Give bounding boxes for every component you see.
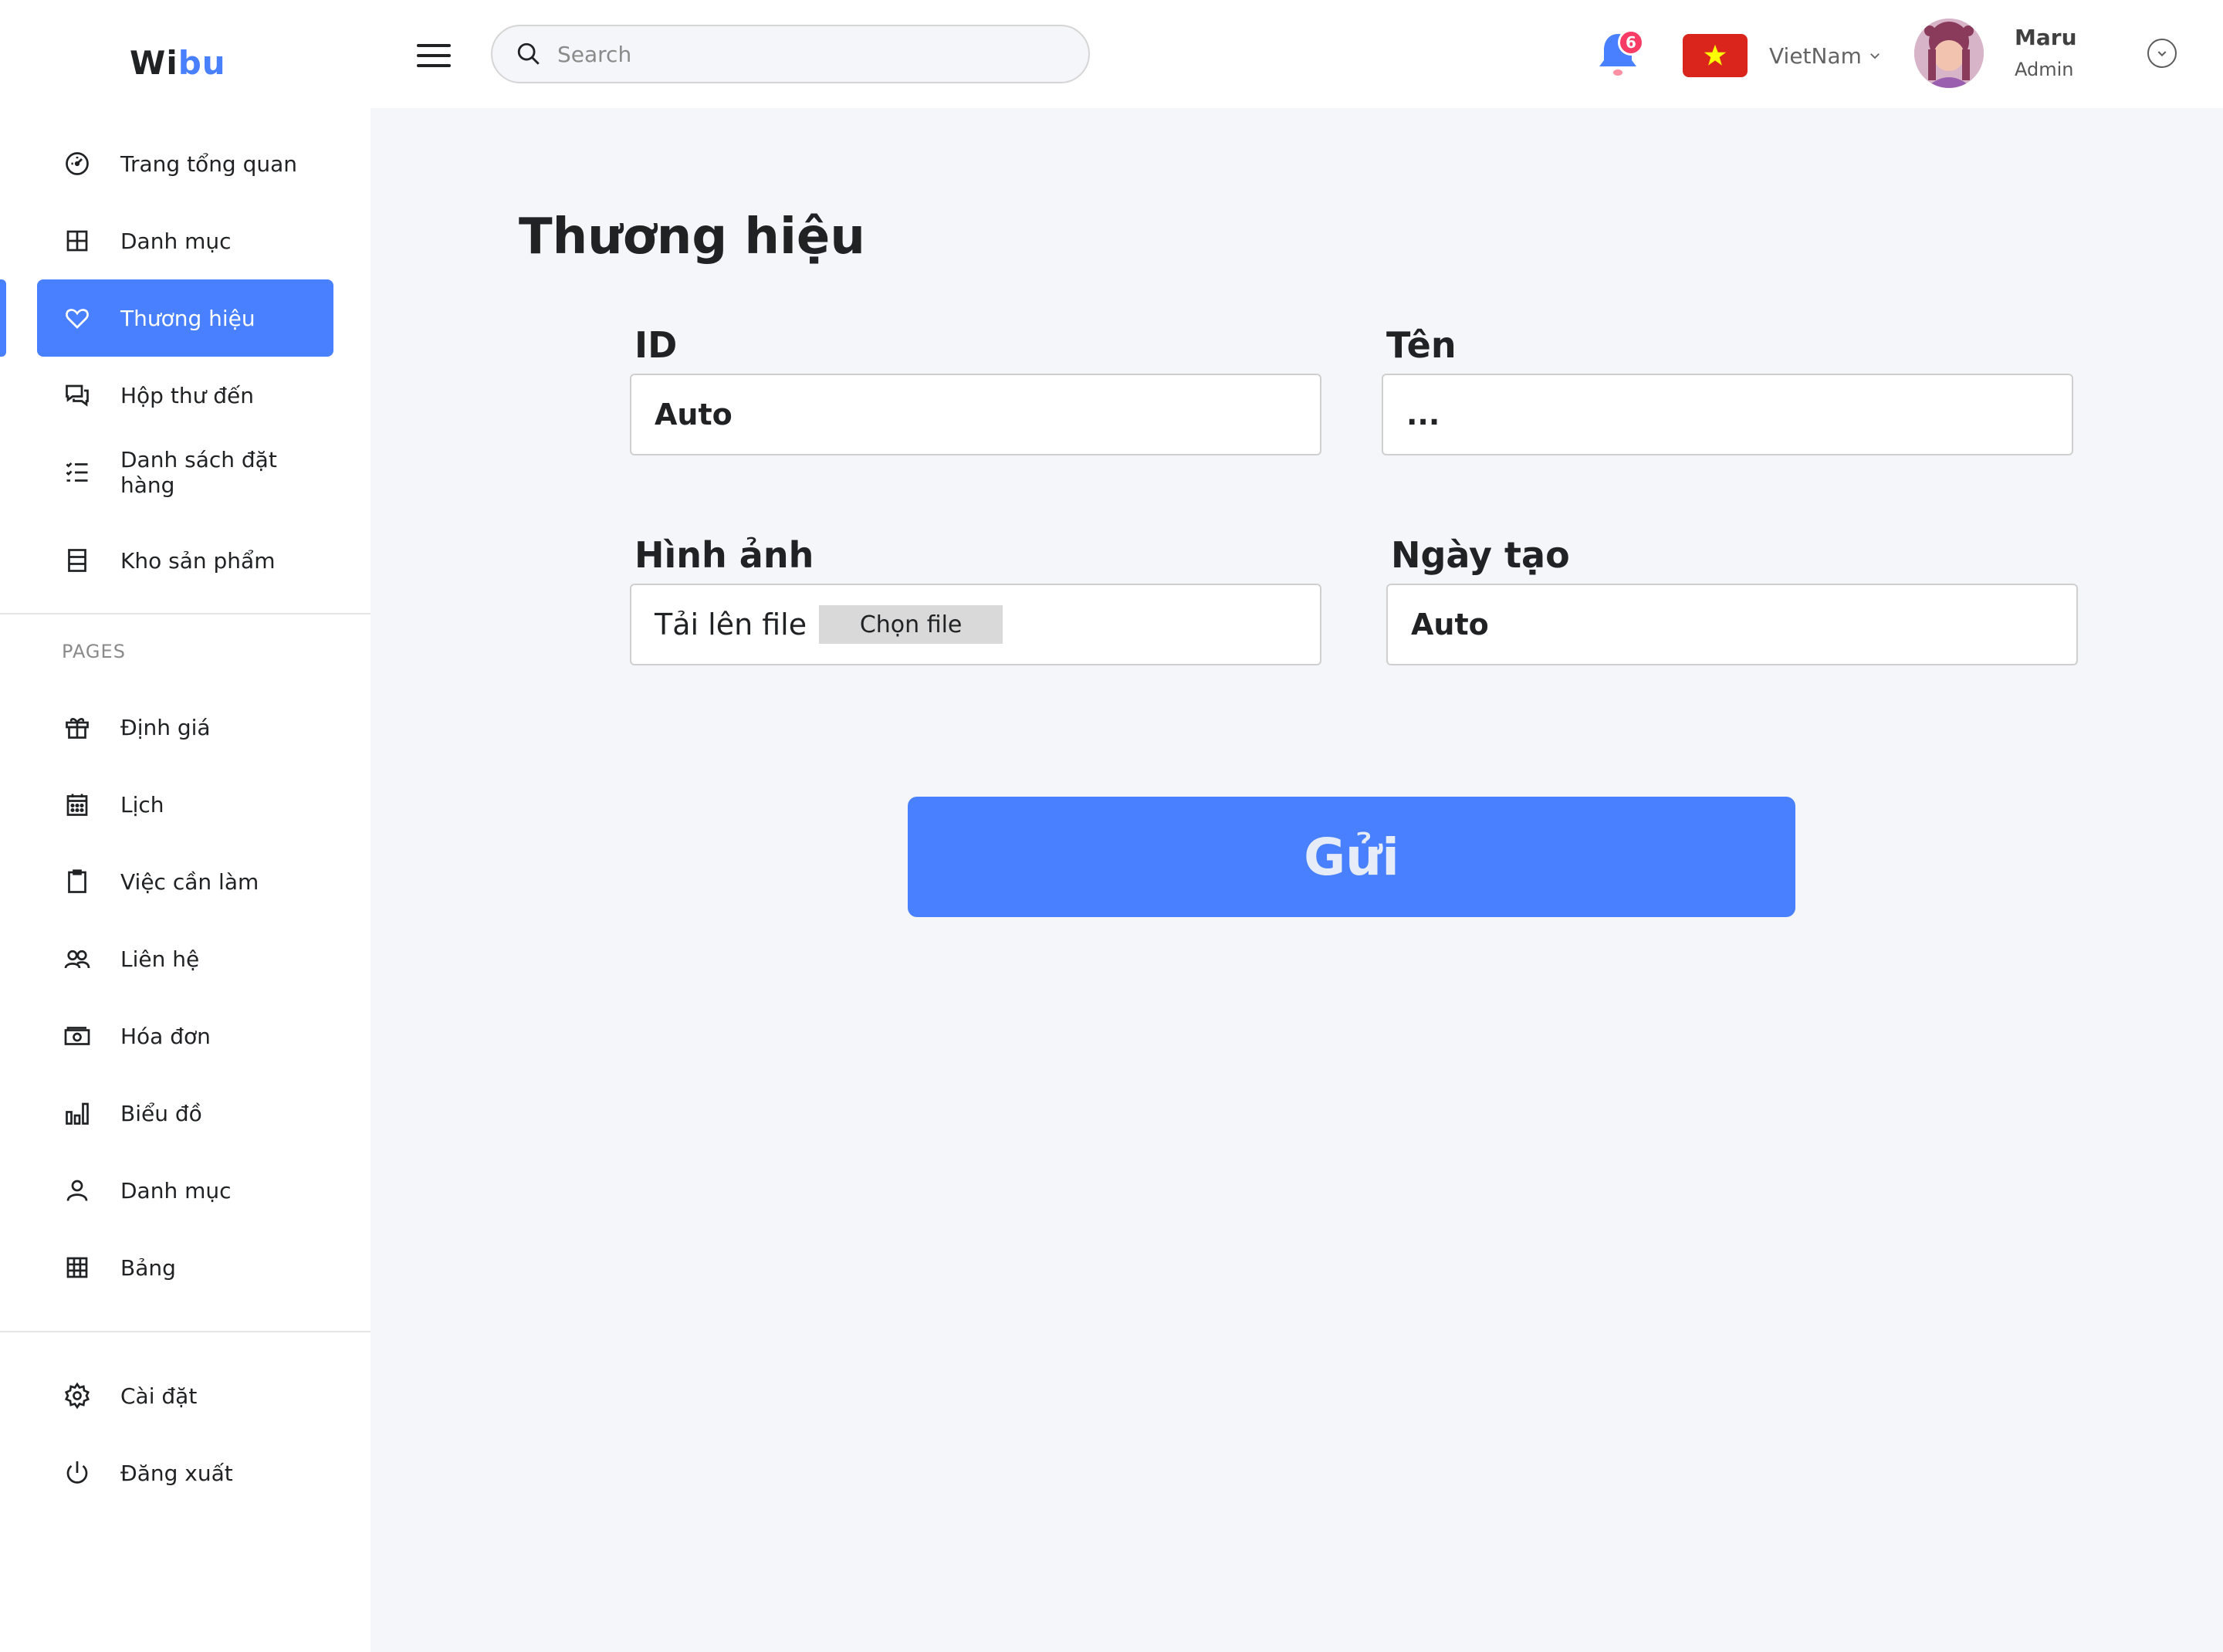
user-name: Maru — [2015, 25, 2077, 50]
top-header: Wibu 6 VietNam — [0, 0, 2223, 108]
active-indicator — [0, 279, 6, 357]
list-check-icon — [66, 462, 88, 482]
chart-icon — [66, 1102, 89, 1125]
hamburger-icon — [417, 44, 451, 47]
submit-button[interactable]: Gửi — [908, 797, 1795, 917]
created-date-label: Ngày tạo — [1391, 534, 1570, 576]
language-selector[interactable]: VietNam — [1769, 39, 1882, 73]
image-upload-field[interactable]: Tải lên file Chọn file — [630, 584, 1321, 665]
search-bar[interactable] — [491, 25, 1090, 83]
stock-icon — [68, 549, 86, 572]
upload-text: Tải lên file — [655, 608, 807, 642]
sidebar-item-label: Danh sách đặt hàng — [120, 447, 277, 498]
notification-count-badge: 6 — [1618, 29, 1644, 56]
sidebar-item-logout[interactable]: Đăng xuất — [37, 1436, 333, 1510]
language-label: VietNam — [1769, 42, 1862, 69]
chat-icon — [66, 384, 89, 407]
pages-section-title: PAGES — [62, 641, 126, 662]
sidebar-item-orders[interactable]: Danh sách đặt hàng — [37, 435, 333, 509]
choose-file-button[interactable]: Chọn file — [819, 605, 1003, 644]
id-label: ID — [634, 324, 678, 366]
sidebar-item-categories[interactable]: Danh mục — [37, 204, 333, 278]
power-icon — [66, 1461, 88, 1484]
gift-icon — [66, 717, 89, 739]
sidebar-item-pricing[interactable]: Định giá — [37, 690, 333, 764]
search-icon — [517, 42, 540, 65]
sidebar-item-label: Hóa đơn — [120, 1023, 211, 1049]
sidebar-item-dashboard[interactable]: Trang tổng quan — [37, 127, 333, 201]
sidebar-item-inbox[interactable]: Hộp thư đến — [37, 358, 333, 432]
clipboard-icon — [68, 869, 86, 893]
avatar[interactable] — [1914, 19, 1984, 88]
sidebar-item-label: Thương hiệu — [120, 305, 255, 331]
name-input[interactable] — [1406, 398, 2039, 432]
sidebar-item-todo[interactable]: Việc cần làm — [37, 845, 333, 919]
avatar-image — [1914, 19, 1984, 88]
sidebar-item-charts[interactable]: Biểu đồ — [37, 1076, 333, 1150]
hamburger-icon-line — [417, 64, 451, 67]
sidebar-item-label: Kho sản phẩm — [120, 547, 276, 574]
name-field[interactable] — [1382, 374, 2073, 455]
sidebar-item-team[interactable]: Danh mục — [37, 1153, 333, 1227]
sidebar-item-settings[interactable]: Cài đặt — [37, 1359, 333, 1433]
sidebar-item-stock[interactable]: Kho sản phẩm — [37, 523, 333, 597]
notification-button[interactable]: 6 — [1596, 29, 1644, 80]
user-icon — [66, 1180, 88, 1201]
table-icon — [66, 1257, 88, 1278]
sidebar-item-label: Liên hệ — [120, 946, 200, 972]
name-label: Tên — [1386, 324, 1457, 366]
sidebar-divider — [0, 613, 370, 614]
brand-logo-part2: bu — [178, 44, 226, 82]
created-date-input[interactable] — [1411, 608, 2044, 642]
image-label: Hình ảnh — [634, 534, 814, 576]
sidebar-item-label: Trang tổng quan — [120, 151, 298, 177]
sidebar-item-calendar[interactable]: Lịch — [37, 767, 333, 841]
sidebar-item-table[interactable]: Bảng — [37, 1231, 333, 1305]
search-input[interactable] — [557, 41, 1020, 67]
sidebar-item-brands[interactable]: Thương hiệu — [37, 279, 333, 357]
brand-logo-part1: Wi — [130, 44, 178, 82]
invoice-icon — [64, 1027, 90, 1045]
main-content: Thương hiệu ID Tên Hình ảnh Tải lên file… — [370, 108, 2223, 1652]
sidebar-item-invoice[interactable]: Hóa đơn — [37, 999, 333, 1073]
star-icon — [1704, 44, 1727, 66]
sidebar-item-label: Biểu đồ — [120, 1100, 202, 1126]
id-input[interactable] — [655, 398, 1287, 432]
sidebar-item-label: Việc cần làm — [120, 868, 259, 895]
dashboard-icon — [66, 152, 89, 175]
sidebar-divider — [0, 1331, 370, 1332]
sidebar-item-contacts[interactable]: Liên hệ — [37, 922, 333, 996]
sidebar-item-label: Đăng xuất — [120, 1460, 233, 1486]
created-date-field[interactable] — [1386, 584, 2078, 665]
sidebar-item-label: Lịch — [120, 791, 164, 818]
heart-icon — [66, 309, 89, 329]
sidebar-item-label: Danh mục — [120, 1177, 232, 1203]
sidebar-item-label: Cài đặt — [120, 1383, 198, 1409]
hamburger-icon-line — [417, 54, 451, 57]
chevron-down-icon — [1869, 53, 1880, 59]
sidebar-item-label: Định giá — [120, 714, 211, 740]
sidebar-item-label: Danh mục — [120, 228, 232, 254]
sidebar: Trang tổng quan Danh mục Thương hiệu Hộp… — [0, 108, 370, 1652]
page-title: Thương hiệu — [519, 208, 865, 266]
settings-icon — [64, 1382, 90, 1410]
menu-toggle-button[interactable] — [417, 39, 451, 73]
calendar-icon — [66, 794, 88, 816]
vietnam-flag-icon[interactable] — [1683, 34, 1748, 77]
user-role: Admin — [2015, 59, 2074, 80]
grid-icon — [66, 230, 88, 252]
sidebar-item-label: Bảng — [120, 1254, 176, 1281]
chevron-down-icon — [2157, 51, 2167, 57]
id-field[interactable] — [630, 374, 1321, 455]
sidebar-item-label: Hộp thư đến — [120, 382, 254, 408]
user-menu-button[interactable] — [2147, 39, 2177, 68]
contacts-icon — [64, 950, 90, 969]
brand-logo[interactable]: Wibu — [130, 43, 226, 83]
